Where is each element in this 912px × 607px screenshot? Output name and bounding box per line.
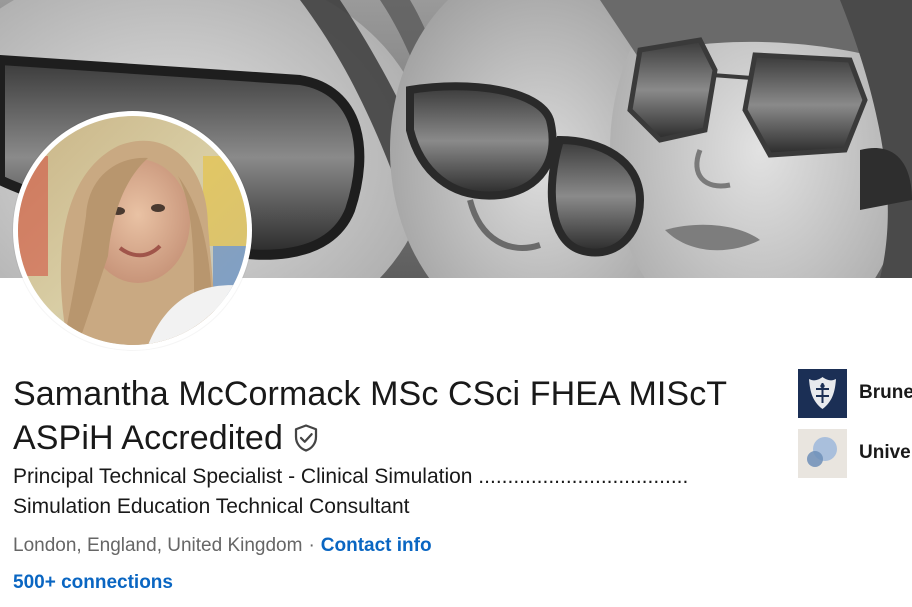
verified-shield-icon[interactable]	[291, 423, 321, 453]
side-item-university[interactable]: University	[798, 428, 912, 478]
side-item-label: University	[859, 442, 912, 463]
contact-info-link[interactable]: Contact info	[321, 535, 432, 556]
experience-education-panel: Brunel University London University	[798, 368, 912, 488]
university-circles-logo	[798, 428, 847, 478]
side-item-label: Brunel University London	[859, 382, 912, 403]
profile-name-text: Samantha McCormack MSc CSci FHEA MIScT A…	[13, 375, 727, 457]
location-row: London, England, United Kingdom · Contact …	[13, 533, 432, 559]
profile-headline: Principal Technical Specialist - Clinica…	[13, 465, 689, 518]
side-item-brunel[interactable]: Brunel University London	[798, 368, 912, 418]
profile-page: Samantha McCormack MSc CSci FHEA MIScT A…	[0, 0, 912, 607]
connections-link[interactable]: 500+ connections	[13, 570, 173, 596]
profile-photo	[18, 116, 247, 345]
profile-location: London, England, United Kingdom	[13, 535, 303, 556]
brunel-crest-logo	[798, 368, 847, 418]
profile-name: Samantha McCormack MSc CSci FHEA MIScT A…	[13, 372, 773, 460]
separator-dot: ·	[308, 535, 315, 556]
profile-avatar[interactable]	[13, 111, 252, 350]
